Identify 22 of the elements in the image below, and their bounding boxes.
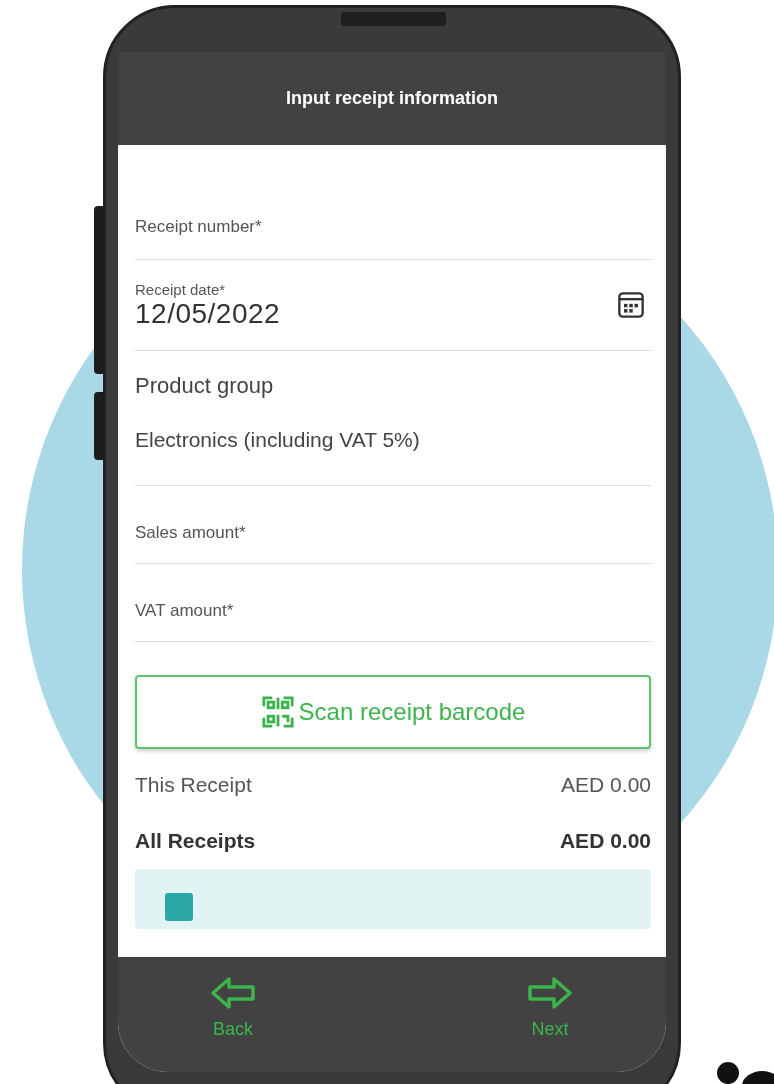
field-value: 12/05/2022 [135, 297, 281, 330]
input-field[interactable]: VAT amount* [135, 564, 651, 642]
total-label: All Receipts [135, 829, 256, 853]
field-value: Electronics (including VAT 5%) [135, 428, 421, 452]
nav-button[interactable]: Back [203, 957, 263, 1072]
arrow-right-icon [526, 975, 574, 1011]
total-amount: AED 0.00 [559, 829, 651, 853]
select-field[interactable]: Product group Electronics (including VAT 5%) [135, 351, 651, 486]
screen-title: Input receipt information [286, 88, 498, 109]
nav-button[interactable]: Next [520, 957, 580, 1072]
field-label: Receipt date* [135, 280, 227, 298]
arrow-left-icon [209, 975, 257, 1011]
qr-code-icon [260, 695, 295, 729]
calendar-icon[interactable] [617, 291, 645, 319]
info-icon [165, 893, 193, 921]
input-field[interactable]: Sales amount* [135, 486, 651, 564]
total-label: This Receipt [135, 773, 252, 797]
field-label: Product group [135, 373, 275, 399]
date-field[interactable]: Receipt date* 12/05/2022 [135, 260, 651, 351]
dot-icon [717, 1062, 739, 1084]
input-field[interactable]: Receipt number* [135, 145, 651, 260]
total-amount: AED 0.00 [561, 773, 651, 797]
